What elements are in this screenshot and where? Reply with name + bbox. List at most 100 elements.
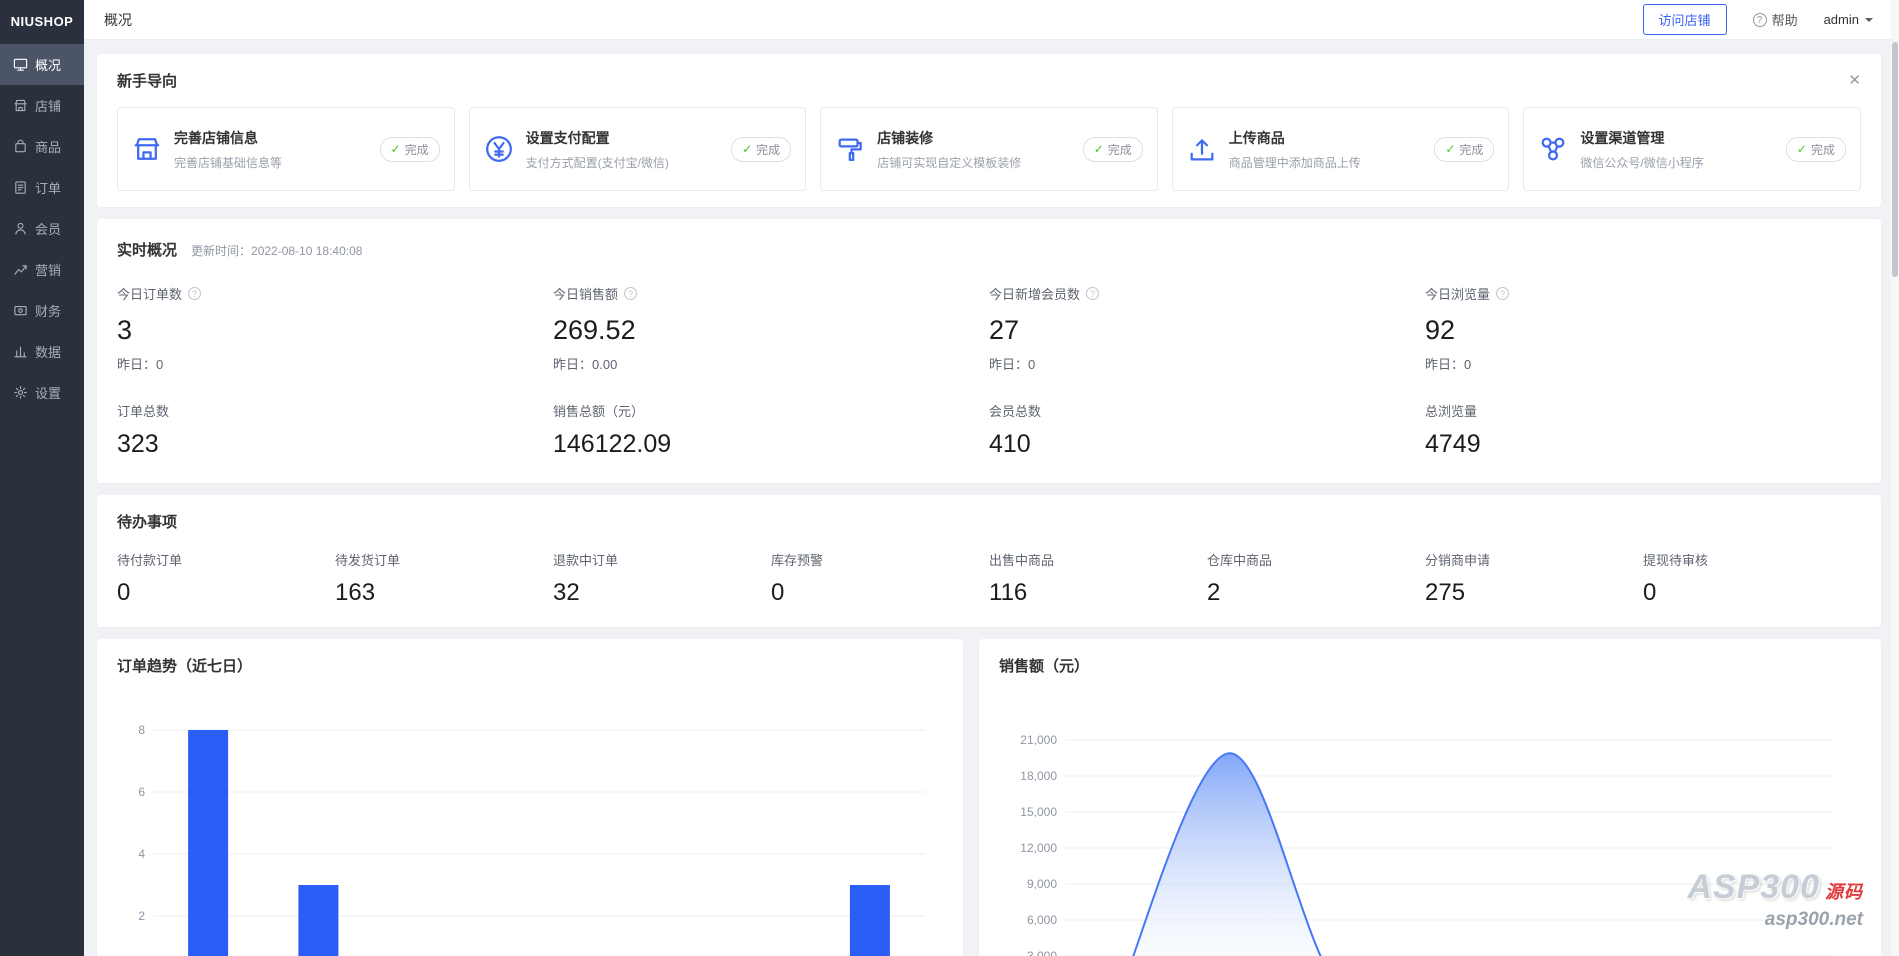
stat-today-views: 今日浏览量 92 昨日：0 总浏览量 4749 — [1425, 284, 1861, 459]
user-menu[interactable]: admin — [1824, 12, 1873, 27]
chevron-down-icon — [1865, 18, 1873, 26]
sidebar-item-label: 财务 — [35, 301, 61, 320]
stat-today-sales: 今日销售额 269.52 昨日：0.00 销售总额（元） 146122.09 — [553, 284, 989, 459]
order-trend-chart: 2468 — [117, 688, 937, 956]
charts-row: 订单趋势（近七日） 2468 销售额（元） 3,0006,0009,00012,… — [97, 639, 1881, 956]
info-icon[interactable] — [1086, 287, 1099, 300]
check-icon — [742, 142, 752, 156]
guide-item-desc: 商品管理中添加商品上传 — [1229, 154, 1423, 171]
todo-value: 275 — [1425, 579, 1643, 607]
stat-total-value: 4749 — [1425, 430, 1861, 459]
todo-label: 仓库中商品 — [1207, 550, 1425, 569]
stat-value: 27 — [989, 315, 1425, 346]
todo-label: 库存预警 — [771, 550, 989, 569]
todo-value: 32 — [553, 579, 771, 607]
order-icon — [13, 180, 28, 195]
stats-grid: 今日订单数 3 昨日：0 订单总数 323 今日销售额 269.52 昨日：0.… — [117, 284, 1861, 459]
svg-text:21,000: 21,000 — [1020, 733, 1057, 747]
sidebar-item-members[interactable]: 会员 — [0, 208, 84, 249]
todo-item-pending-payment: 待付款订单 0 — [117, 550, 335, 607]
check-icon — [1094, 142, 1104, 156]
guide-item-desc: 支付方式配置(支付宝/微信) — [526, 154, 720, 171]
sidebar-item-label: 会员 — [35, 219, 61, 238]
status-badge: 完成 — [380, 137, 440, 162]
app-logo: NIUSHOP — [0, 0, 84, 44]
member-icon — [13, 221, 28, 236]
stat-value: 3 — [117, 315, 553, 346]
sidebar-item-shop[interactable]: 店铺 — [0, 85, 84, 126]
guide-item-text: 完善店铺信息 完善店铺基础信息等 — [174, 128, 368, 171]
sidebar-item-orders[interactable]: 订单 — [0, 167, 84, 208]
check-icon — [1797, 142, 1807, 156]
check-icon — [391, 142, 401, 156]
scrollbar-thumb[interactable] — [1892, 42, 1898, 277]
sidebar-item-label: 数据 — [35, 342, 61, 361]
sidebar-item-marketing[interactable]: 营销 — [0, 249, 84, 290]
topbar: 概况 访问店铺 帮助 admin — [84, 0, 1899, 40]
stat-label: 今日销售额 — [553, 284, 618, 303]
guide-item-text: 上传商品 商品管理中添加商品上传 — [1229, 128, 1423, 171]
status-badge: 完成 — [1083, 137, 1143, 162]
stat-yesterday: 昨日：0 — [1425, 354, 1861, 373]
update-time: 更新时间：2022-08-10 18:40:08 — [191, 242, 362, 259]
stat-label-row: 今日浏览量 — [1425, 284, 1861, 303]
stat-label: 今日新增会员数 — [989, 284, 1080, 303]
guide-item-title: 完善店铺信息 — [174, 128, 368, 148]
guide-item-shop-decorate[interactable]: 店铺装修 店铺可实现自定义模板装修 完成 — [820, 107, 1158, 191]
stat-label-row: 今日订单数 — [117, 284, 553, 303]
check-icon — [1445, 142, 1455, 156]
todo-label: 退款中订单 — [553, 550, 771, 569]
guide-title-row: 新手导向 — [117, 70, 1861, 91]
visit-shop-button[interactable]: 访问店铺 — [1643, 4, 1727, 35]
guide-item-channel-manage[interactable]: 设置渠道管理 微信公众号/微信小程序 完成 — [1523, 107, 1861, 191]
stat-total-label: 会员总数 — [989, 401, 1425, 420]
todo-value: 0 — [117, 579, 335, 607]
todo-value: 116 — [989, 579, 1207, 607]
guide-item-title: 设置支付配置 — [526, 128, 720, 148]
sidebar-item-finance[interactable]: 财务 — [0, 290, 84, 331]
todo-label: 待发货订单 — [335, 550, 553, 569]
guide-item-desc: 店铺可实现自定义模板装修 — [877, 154, 1071, 171]
close-icon[interactable] — [1848, 73, 1861, 88]
help-icon — [1753, 13, 1767, 27]
sidebar-item-overview[interactable]: 概况 — [0, 44, 84, 85]
guide-item-store-info[interactable]: 完善店铺信息 完善店铺基础信息等 完成 — [117, 107, 455, 191]
stat-label: 今日订单数 — [117, 284, 182, 303]
todo-item-withdraw-review: 提现待审核 0 — [1643, 550, 1861, 607]
stat-total-label: 销售总额（元） — [553, 401, 989, 420]
sidebar-item-settings[interactable]: 设置 — [0, 372, 84, 413]
storefront-icon — [132, 134, 162, 164]
help-link[interactable]: 帮助 — [1753, 10, 1798, 29]
topbar-right: 访问店铺 帮助 admin — [1643, 4, 1873, 35]
info-icon[interactable] — [1496, 287, 1509, 300]
guide-list: 完善店铺信息 完善店铺基础信息等 完成 设置支付配置 支付方式配置(支付宝/微信… — [117, 107, 1861, 191]
todo-item-distributor-apply: 分销商申请 275 — [1425, 550, 1643, 607]
sidebar-item-data[interactable]: 数据 — [0, 331, 84, 372]
stat-today-new-members: 今日新增会员数 27 昨日：0 会员总数 410 — [989, 284, 1425, 459]
status-badge: 完成 — [1786, 137, 1846, 162]
sidebar-item-goods[interactable]: 商品 — [0, 126, 84, 167]
todo-panel: 待办事项 待付款订单 0 待发货订单 163 退款中订单 32 库存预警 0 — [97, 495, 1881, 627]
sidebar-item-label: 设置 — [35, 383, 61, 402]
todo-label: 待付款订单 — [117, 550, 335, 569]
guide-item-payment-config[interactable]: 设置支付配置 支付方式配置(支付宝/微信) 完成 — [469, 107, 807, 191]
sidebar-item-label: 店铺 — [35, 96, 61, 115]
stat-yesterday: 昨日：0 — [989, 354, 1425, 373]
paint-roller-icon — [835, 134, 865, 164]
guide-item-upload-goods[interactable]: 上传商品 商品管理中添加商品上传 完成 — [1172, 107, 1510, 191]
stat-value: 92 — [1425, 315, 1861, 346]
status-label: 完成 — [1811, 141, 1835, 158]
newbie-guide-panel: 新手导向 完善店铺信息 完善店铺基础信息等 完成 设置支付配置 支付方式配 — [97, 54, 1881, 207]
todo-label: 分销商申请 — [1425, 550, 1643, 569]
status-label: 完成 — [405, 141, 429, 158]
status-label: 完成 — [1459, 141, 1483, 158]
svg-text:4: 4 — [138, 847, 145, 861]
info-icon[interactable] — [188, 287, 201, 300]
sidebar-item-label: 营销 — [35, 260, 61, 279]
info-icon[interactable] — [624, 287, 637, 300]
sidebar-item-label: 概况 — [35, 55, 61, 74]
todo-grid: 待付款订单 0 待发货订单 163 退款中订单 32 库存预警 0 出售中商品 — [117, 550, 1861, 607]
stat-total-value: 410 — [989, 430, 1425, 459]
todo-label: 提现待审核 — [1643, 550, 1861, 569]
todo-item-on-sale: 出售中商品 116 — [989, 550, 1207, 607]
